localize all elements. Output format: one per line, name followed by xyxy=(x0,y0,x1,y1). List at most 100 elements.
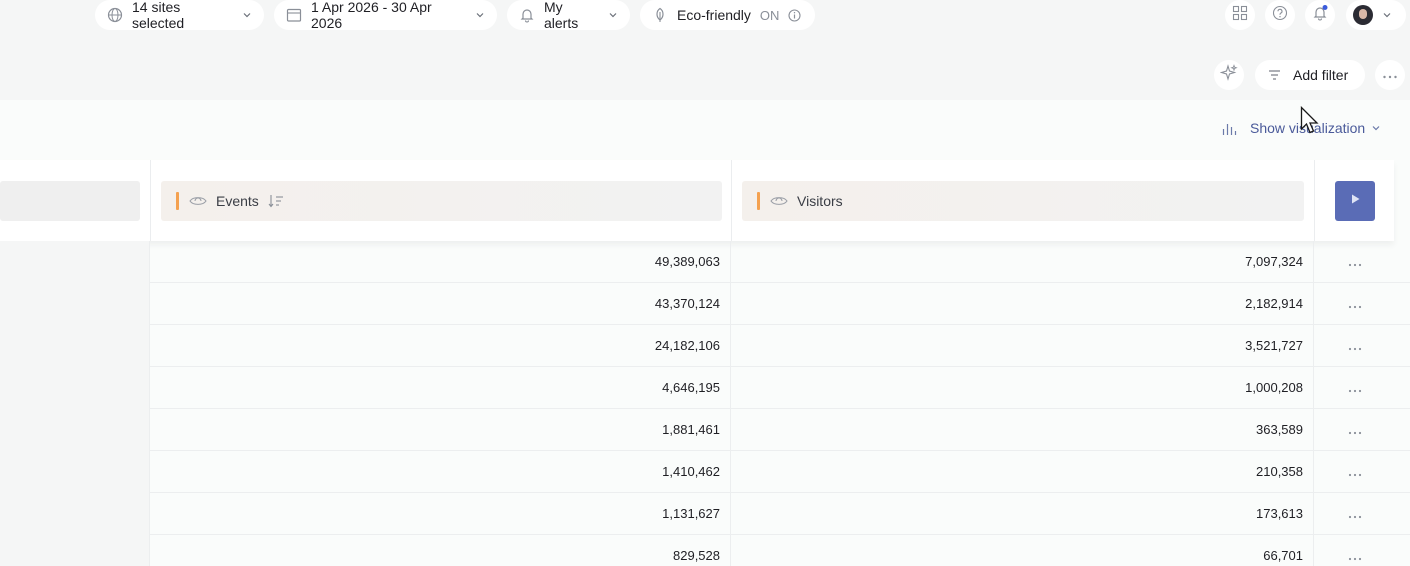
dimension-cell[interactable] xyxy=(0,535,150,566)
dimension-cell[interactable] xyxy=(0,451,150,493)
run-report-button[interactable] xyxy=(1335,181,1375,221)
eco-friendly-toggle[interactable]: Eco-friendly ON xyxy=(640,0,815,30)
visitors-cell: 363,589 xyxy=(732,409,1314,451)
row-more-icon xyxy=(1348,339,1362,354)
apps-grid-button[interactable] xyxy=(1225,0,1255,30)
ai-assistant-button[interactable] xyxy=(1214,60,1244,90)
events-cell: 4,646,195 xyxy=(151,367,731,409)
row-more-icon xyxy=(1348,423,1362,438)
eye-icon[interactable] xyxy=(770,195,788,207)
row-more-icon xyxy=(1348,549,1362,564)
column-divider xyxy=(150,160,151,241)
events-cell: 1,881,461 xyxy=(151,409,731,451)
column-header-events[interactable]: Events xyxy=(161,181,722,221)
chevron-down-icon xyxy=(242,10,252,20)
column-divider xyxy=(731,160,732,241)
chevron-down-icon xyxy=(475,10,485,20)
bar-chart-icon xyxy=(1222,120,1238,136)
column-header-label: Events xyxy=(216,193,259,209)
add-filter-button[interactable]: Add filter xyxy=(1255,60,1365,90)
info-icon[interactable] xyxy=(788,8,801,22)
visitors-cell: 66,701 xyxy=(732,535,1314,566)
help-button[interactable] xyxy=(1265,0,1295,30)
table-row[interactable]: 4,646,195 1,000,208 xyxy=(0,367,1410,409)
eco-friendly-state: ON xyxy=(759,7,780,23)
row-more-icon xyxy=(1348,381,1362,396)
table-row[interactable]: 829,528 66,701 xyxy=(0,535,1410,566)
visitors-cell: 1,000,208 xyxy=(732,367,1314,409)
dimension-cell[interactable] xyxy=(0,241,150,283)
more-options-button[interactable] xyxy=(1375,60,1405,90)
events-cell: 1,410,462 xyxy=(151,451,731,493)
column-divider xyxy=(1314,160,1315,241)
row-more-button[interactable] xyxy=(1340,409,1370,451)
filter-bar: Add filter xyxy=(0,32,1410,100)
sparkle-icon xyxy=(1219,63,1238,87)
events-cell: 43,370,124 xyxy=(151,283,731,325)
bell-icon xyxy=(519,7,535,23)
more-icon xyxy=(1382,66,1398,84)
events-cell: 1,131,627 xyxy=(151,493,731,535)
row-more-button[interactable] xyxy=(1340,535,1370,566)
site-selector[interactable]: 14 sites selected xyxy=(95,0,264,31)
column-header-label: Visitors xyxy=(797,193,843,209)
table-header: Events Visitors xyxy=(0,160,1394,241)
grid-icon xyxy=(1232,5,1248,26)
metric-color-bar xyxy=(757,192,760,210)
calendar-icon xyxy=(286,7,302,23)
visitors-cell: 210,358 xyxy=(732,451,1314,493)
visitors-cell: 2,182,914 xyxy=(732,283,1314,325)
row-more-icon xyxy=(1348,297,1362,312)
mouse-cursor-icon xyxy=(1300,106,1319,134)
row-more-button[interactable] xyxy=(1340,493,1370,535)
row-more-button[interactable] xyxy=(1340,451,1370,493)
eco-friendly-label: Eco-friendly xyxy=(677,7,751,23)
visitors-cell: 7,097,324 xyxy=(732,241,1314,283)
dimension-cell[interactable] xyxy=(0,325,150,367)
chevron-down-icon xyxy=(1371,123,1381,133)
avatar xyxy=(1353,5,1373,25)
row-more-button[interactable] xyxy=(1340,241,1370,283)
row-more-button[interactable] xyxy=(1340,367,1370,409)
date-range-label: 1 Apr 2026 - 30 Apr 2026 xyxy=(311,0,432,31)
dimension-cell[interactable] xyxy=(0,367,150,409)
column-header-visitors[interactable]: Visitors xyxy=(742,181,1304,221)
help-icon xyxy=(1272,5,1288,26)
sort-icon[interactable] xyxy=(268,194,284,208)
eye-icon[interactable] xyxy=(189,195,207,207)
date-range-selector[interactable]: 1 Apr 2026 - 30 Apr 2026 xyxy=(274,0,497,31)
table-row[interactable]: 1,131,627 173,613 xyxy=(0,493,1410,535)
notification-bell-icon xyxy=(1311,4,1329,27)
row-more-icon xyxy=(1348,255,1362,270)
filter-icon xyxy=(1268,69,1281,81)
table-row[interactable]: 49,389,063 7,097,324 xyxy=(0,241,1410,283)
table-row[interactable]: 1,881,461 363,589 xyxy=(0,409,1410,451)
row-more-button[interactable] xyxy=(1340,283,1370,325)
chevron-down-icon xyxy=(608,10,618,20)
events-cell: 24,182,106 xyxy=(151,325,731,367)
dimension-cell[interactable] xyxy=(0,409,150,451)
table-row[interactable]: 43,370,124 2,182,914 xyxy=(0,283,1410,325)
dimension-column-header[interactable] xyxy=(0,181,140,221)
visitors-cell: 3,521,727 xyxy=(732,325,1314,367)
table-body: 49,389,063 7,097,324 43,370,124 2,182,914 24… xyxy=(0,241,1410,566)
alerts-label: My alerts xyxy=(544,0,579,31)
table-row[interactable]: 1,410,462 210,358 xyxy=(0,451,1410,493)
report-content: Show visualization Events Visitors 49,38… xyxy=(0,100,1410,566)
alerts-selector[interactable]: My alerts xyxy=(507,0,630,31)
events-cell: 49,389,063 xyxy=(151,241,731,283)
visitors-cell: 173,613 xyxy=(732,493,1314,535)
top-bar: 14 sites selected 1 Apr 2026 - 30 Apr 20… xyxy=(0,0,1410,32)
row-more-button[interactable] xyxy=(1340,325,1370,367)
events-cell: 829,528 xyxy=(151,535,731,566)
globe-icon xyxy=(107,7,123,23)
add-filter-label: Add filter xyxy=(1293,67,1349,83)
user-menu-button[interactable] xyxy=(1346,0,1406,30)
play-icon xyxy=(1349,192,1361,210)
chevron-down-icon xyxy=(1382,10,1392,20)
dimension-cell[interactable] xyxy=(0,283,150,325)
table-row[interactable]: 24,182,106 3,521,727 xyxy=(0,325,1410,367)
row-more-icon xyxy=(1348,465,1362,480)
notifications-button[interactable] xyxy=(1305,0,1335,30)
dimension-cell[interactable] xyxy=(0,493,150,535)
